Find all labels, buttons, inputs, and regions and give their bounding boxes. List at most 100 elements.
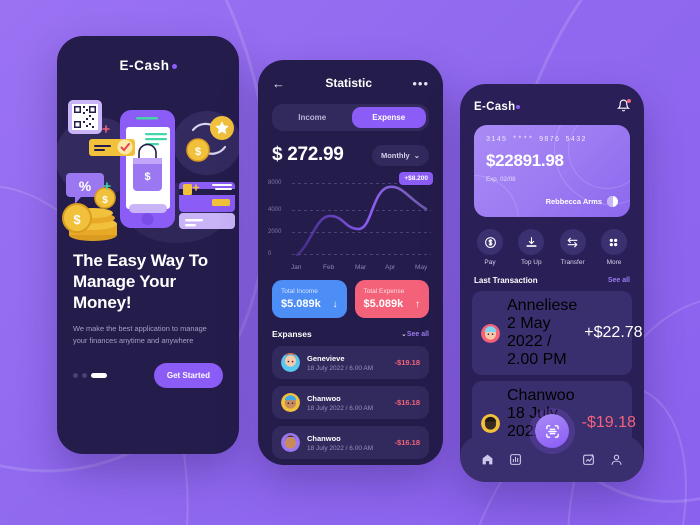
action-transfer[interactable]: Transfer (559, 229, 586, 266)
total-income-card[interactable]: Total Income $5.089k ↓ (272, 280, 347, 318)
e-wallet-illustration-svg: $ % $ $ $ (57, 100, 239, 243)
expense-name: Genevieve (307, 353, 345, 363)
expense-list-item[interactable]: Chanwoo 18 July 2022 / 6.00 AM -$16.18 (272, 426, 429, 459)
summary-cards: Total Income $5.089k ↓ Total Expense $5.… (258, 280, 443, 318)
action-topup-label: Top Up (521, 259, 542, 266)
avatar (481, 413, 500, 433)
transaction-meta: Anneliese 2 May 2022 / 2.00 PM (507, 297, 577, 369)
credit-card[interactable]: 3145 **** 9876 5432 $22891.98 Exp. 02/08… (474, 125, 630, 217)
avatar (281, 393, 300, 412)
svg-text:$: $ (73, 212, 81, 227)
x-tick-label: Apr (385, 264, 396, 271)
total-expense-label: Total Expense (363, 288, 405, 295)
more-horizontal-icon[interactable]: ••• (412, 77, 429, 90)
x-tick-label: May (415, 264, 428, 271)
action-pay[interactable]: Pay (477, 229, 503, 266)
bell-icon[interactable] (616, 99, 631, 115)
tab-expense[interactable]: Expense (351, 107, 426, 128)
total-expense-value: $5.089k (363, 298, 404, 310)
app-brand-label: E-Cash (119, 58, 170, 73)
pagination-dot[interactable] (73, 372, 78, 378)
x-tick-label: Feb (323, 264, 335, 271)
statistic-screen: ← Statistic ••• Income Expense $ 272.99 … (258, 60, 443, 465)
transaction-row[interactable]: Anneliese 2 May 2022 / 2.00 PM +$22.78 (472, 291, 643, 375)
action-more[interactable]: More (600, 229, 627, 266)
avatar (281, 353, 300, 372)
dollar-coin-icon (477, 229, 503, 255)
page-title: Statistic (325, 76, 373, 90)
wallet-home-screen: E-Cash 3145 **** 9876 5432 $22891.98 Exp… (460, 84, 644, 482)
action-transfer-label: Transfer (560, 259, 585, 266)
expenses-title: Expanses (272, 329, 312, 339)
svg-text:$: $ (102, 195, 108, 206)
total-income-value: $5.089k (281, 298, 321, 310)
expense-date: 18 July 2022 / 6.00 AM (307, 404, 374, 412)
arrow-down-icon: ↓ (332, 299, 338, 310)
tab-income[interactable]: Income (275, 107, 350, 128)
onboarding-subtext: We make the best application to manage y… (73, 323, 207, 345)
scan-face-icon[interactable] (535, 414, 569, 448)
action-pay-label: Pay (484, 259, 496, 266)
last-transaction-header: Last Transaction See all (460, 276, 644, 285)
pagination-dot[interactable] (82, 372, 87, 378)
chart-icon[interactable] (509, 453, 522, 466)
grid-dots-icon (600, 229, 627, 255)
statistic-amount: $ 272.99 (272, 144, 344, 165)
action-more-label: More (606, 259, 622, 266)
transaction-amount: +$22.78 (584, 324, 643, 341)
statistic-header: ← Statistic ••• (258, 60, 443, 90)
download-tray-icon (518, 229, 545, 255)
total-expense-card[interactable]: Total Expense $5.089k ↑ (354, 280, 429, 318)
onboarding-screen: E-Cash $ % $ $ $ The Easy Way To Manage … (57, 36, 239, 454)
profile-icon[interactable] (610, 453, 623, 466)
expenses-header: Expanses ⌄ See all (258, 329, 443, 339)
expenses-see-all-link[interactable]: See all (407, 331, 429, 338)
period-label: Monthly (380, 150, 410, 160)
action-topup[interactable]: Top Up (518, 229, 545, 266)
chart-plot (295, 185, 428, 257)
onboarding-headline: The Easy Way To Manage Your Money! (73, 251, 208, 312)
expense-line-chart: 8000 4000 2000 0 +$8.200 Jan Feb Mar Apr… (266, 172, 435, 271)
avatar (481, 323, 500, 343)
expense-meta: Chanwoo 18 July 2022 / 6.00 AM (307, 434, 388, 452)
app-brand: E-Cash (57, 58, 239, 73)
brand-dot-icon (516, 105, 521, 109)
amount-row: $ 272.99 Monthly ⌄ (258, 144, 443, 166)
expense-name: Chanwoo (307, 433, 341, 443)
transaction-name: Chanwoo (507, 387, 575, 404)
onboarding-illustration: $ % $ $ $ (57, 85, 239, 245)
get-started-button[interactable]: Get Started (153, 362, 223, 388)
card-holder: Rebbecca Arms (546, 196, 618, 207)
last-transaction-see-all-link[interactable]: See all (608, 277, 630, 284)
expense-meta: Chanwoo 18 July 2022 / 6.00 AM (307, 394, 388, 412)
arrow-up-icon: ↑ (415, 299, 420, 310)
chart-annotation: +$8.200 (399, 172, 433, 185)
expense-name: Chanwoo (307, 393, 341, 403)
income-expense-toggle[interactable]: Income Expense (272, 104, 429, 131)
expense-list-item[interactable]: Genevieve 18 July 2022 / 6.00 AM -$19.18 (272, 346, 429, 379)
expense-meta: Genevieve 18 July 2022 / 6.00 AM (307, 354, 388, 372)
pagination-dot-active[interactable] (91, 372, 107, 378)
period-selector[interactable]: Monthly ⌄ (371, 144, 429, 166)
expense-date: 18 July 2022 / 6.00 AM (307, 444, 374, 452)
svg-text:$: $ (195, 146, 201, 158)
wallet-brand-label: E-Cash (474, 101, 516, 113)
card-icon[interactable] (582, 453, 595, 466)
x-tick-label: Jan (291, 264, 302, 271)
expense-list-item[interactable]: Chanwoo 18 July 2022 / 6.00 AM -$16.18 (272, 386, 429, 419)
expense-amount: -$19.18 (394, 358, 420, 367)
card-holder-label: Rebbecca Arms (545, 197, 602, 206)
svg-text:%: % (79, 178, 92, 194)
x-tick-label: Mar (355, 264, 367, 271)
avatar (281, 433, 300, 452)
transaction-amount: -$19.18 (581, 414, 636, 431)
transaction-date: 2 May 2022 / 2.00 PM (507, 315, 567, 368)
svg-text:$: $ (144, 171, 150, 183)
brand-dot-icon (171, 64, 177, 69)
arrow-left-icon[interactable]: ← (272, 77, 285, 90)
expense-amount: -$16.18 (394, 398, 420, 407)
chevron-down-icon: ⌄ (413, 150, 420, 160)
pagination-dots[interactable] (73, 372, 107, 378)
home-icon[interactable] (481, 453, 494, 466)
last-transaction-title: Last Transaction (474, 276, 538, 285)
